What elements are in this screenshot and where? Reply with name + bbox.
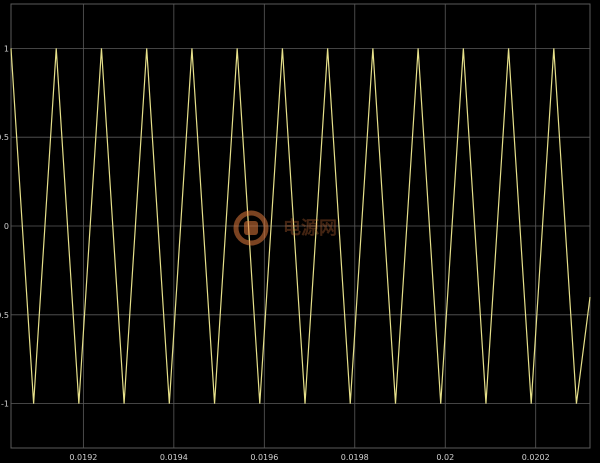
x-tick-label: 0.0202 — [522, 453, 550, 462]
x-tick-label: 0.0192 — [69, 453, 97, 462]
watermark: 电源网 — [233, 210, 337, 246]
y-tick-label: 1 — [4, 44, 9, 53]
x-tick-label: 0.0196 — [250, 453, 278, 462]
x-tick-label: 0.0198 — [341, 453, 369, 462]
watermark-text: 电源网 — [283, 217, 337, 239]
y-tick-label: 0.5 — [0, 133, 9, 142]
scope-panel: 0.0192 0.0194 0.0196 0.0198 0.02 0.0202 1 0.5 0 -… — [0, 0, 600, 463]
x-tick-label: 0.0194 — [160, 453, 188, 462]
watermark-plug-icon — [244, 221, 258, 235]
scope-plot: 0.0192 0.0194 0.0196 0.0198 0.02 0.0202 1 0.5 0 -… — [0, 3, 591, 462]
x-tick-label: 0.02 — [436, 453, 454, 462]
y-tick-label: 0 — [4, 222, 9, 231]
y-tick-label: -1 — [1, 400, 9, 409]
y-tick-label: -0.5 — [0, 311, 9, 320]
